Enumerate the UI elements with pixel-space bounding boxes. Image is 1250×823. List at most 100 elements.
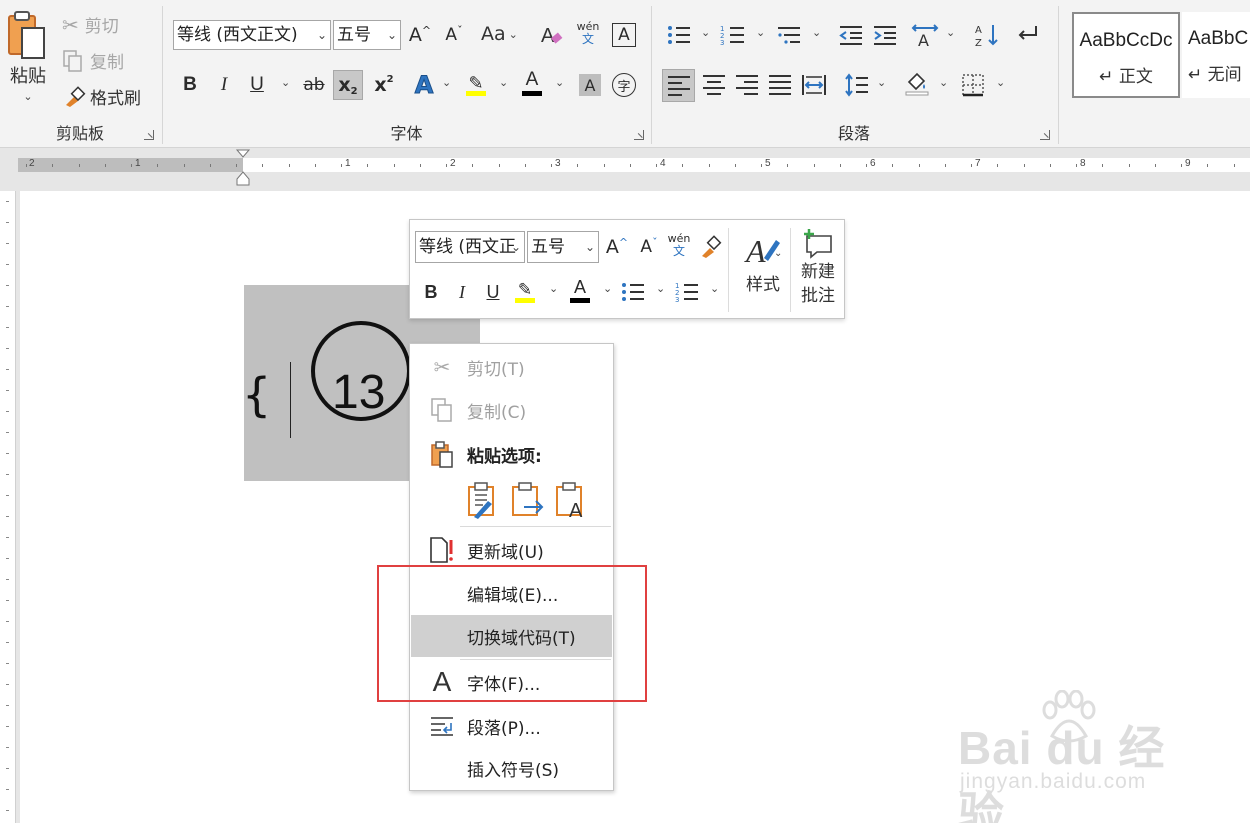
text-effects-button[interactable]: A	[409, 70, 439, 100]
menu-item-toggle-field-codes[interactable]: 切换域代码(T)	[411, 615, 612, 657]
paste-button[interactable]: 粘贴 ⌄	[4, 8, 52, 108]
mini-font-name-combo[interactable]: 等线 (西文正 ⌄	[415, 231, 525, 263]
font-icon: A	[432, 666, 452, 697]
menu-item-cut[interactable]: ✂ 剪切(T)	[411, 346, 612, 388]
grow-font-icon[interactable]: A ^	[405, 20, 435, 50]
clipboard-launcher-icon[interactable]	[144, 130, 154, 140]
strikethrough-button[interactable]: ab	[299, 70, 329, 100]
highlight-color-bar	[515, 298, 535, 303]
menu-item-font[interactable]: A 字体(F)...	[411, 661, 612, 703]
borders-icon[interactable]	[958, 70, 988, 100]
shading-icon[interactable]	[902, 68, 932, 98]
chevron-down-icon[interactable]: ⌄	[939, 76, 948, 89]
bullets-icon[interactable]	[664, 20, 694, 50]
ruler-tick	[6, 411, 9, 412]
align-right-icon[interactable]	[732, 70, 762, 100]
copy-button[interactable]: 复制	[62, 48, 124, 73]
horizontal-ruler[interactable]: 2 1 1 2 3 4 5 6 7 8 9	[0, 148, 1250, 191]
change-case-button[interactable]: Aa ⌄	[481, 23, 518, 45]
phonetic-guide-icon[interactable]: wén 文	[664, 230, 694, 260]
underline-button[interactable]: U	[478, 277, 508, 307]
font-launcher-icon[interactable]	[634, 130, 644, 140]
chevron-down-icon[interactable]: ⌄	[877, 76, 886, 89]
bold-button[interactable]: B	[416, 277, 446, 307]
highlight-button[interactable]: ✎	[461, 68, 491, 98]
mini-font-size-combo[interactable]: 五号 ⌄	[527, 231, 599, 263]
format-painter-button[interactable]: 格式刷	[62, 84, 141, 109]
menu-item-paragraph[interactable]: 段落(P)...	[411, 705, 612, 747]
vertical-ruler[interactable]	[0, 191, 16, 823]
chevron-down-icon[interactable]: ⌄	[549, 282, 558, 295]
grow-font-icon[interactable]: A ^	[602, 232, 632, 262]
ruler-tick	[6, 663, 9, 664]
numbering-icon[interactable]: 123	[718, 20, 748, 50]
asian-layout-icon[interactable]: A	[910, 20, 940, 50]
line-spacing-icon[interactable]	[842, 70, 872, 100]
chevron-down-icon[interactable]: ⌄	[603, 282, 612, 295]
subscript-button[interactable]: x2	[333, 70, 363, 100]
numbering-icon[interactable]: 123	[672, 277, 702, 307]
chevron-down-icon[interactable]: ⌄	[499, 76, 508, 89]
ruler-tick	[6, 348, 9, 349]
character-shading-button[interactable]: A	[575, 70, 605, 100]
menu-item-update-field[interactable]: 更新域(U)	[411, 529, 612, 571]
underline-button[interactable]: U	[242, 70, 272, 100]
shrink-font-icon[interactable]: Aˇ	[634, 232, 664, 262]
paste-merge-formatting-icon[interactable]	[510, 481, 546, 519]
font-name-combo[interactable]: 等线 (西文正文) ⌄	[173, 20, 331, 50]
phonetic-bottom: 文	[672, 244, 685, 258]
font-color-button[interactable]: A	[565, 275, 595, 305]
scissors-icon: ✂	[433, 355, 451, 379]
align-center-icon[interactable]	[699, 70, 729, 100]
style-no-spacing[interactable]: AaBbC ↵ 无间	[1182, 12, 1250, 98]
indent-marker-icon[interactable]	[235, 148, 251, 188]
menu-item-edit-field[interactable]: 编辑域(E)...	[411, 572, 612, 614]
justify-icon[interactable]	[765, 70, 795, 100]
chevron-down-icon[interactable]: ⌄	[756, 26, 765, 39]
chevron-down-icon[interactable]: ⌄	[281, 76, 290, 89]
mini-divider	[790, 228, 791, 312]
cut-button[interactable]: ✂ 剪切	[62, 12, 119, 38]
paste-text-only-icon[interactable]: A	[554, 481, 590, 519]
italic-button[interactable]: I	[209, 70, 239, 100]
font-size-combo[interactable]: 五号 ⌄	[333, 20, 401, 50]
paragraph-launcher-icon[interactable]	[1040, 130, 1050, 140]
character-border-icon[interactable]: A	[609, 20, 639, 50]
paintbrush-icon[interactable]	[696, 232, 726, 262]
bold-button[interactable]: B	[175, 70, 205, 100]
style-normal[interactable]: AaBbCcDc ↵ 正文	[1072, 12, 1180, 98]
menu-item-copy[interactable]: 复制(C)	[411, 389, 612, 431]
increase-indent-icon[interactable]	[870, 20, 900, 50]
chevron-down-icon[interactable]: ⌄	[701, 26, 710, 39]
chevron-down-icon[interactable]: ⌄	[996, 76, 1005, 89]
menu-item-insert-symbol[interactable]: 插入符号(S)	[411, 747, 612, 789]
paste-keep-formatting-icon[interactable]	[466, 481, 502, 519]
align-left-icon[interactable]	[662, 69, 695, 102]
new-comment-button[interactable]: 新建 批注	[794, 228, 842, 308]
chevron-down-icon[interactable]: ⌄	[442, 76, 451, 89]
chevron-down-icon[interactable]: ⌄	[710, 282, 719, 295]
chevron-down-icon[interactable]: ⌄	[812, 26, 821, 39]
menu-item-label: 编辑域(E)...	[467, 585, 559, 606]
enclose-characters-button[interactable]: 字	[609, 70, 639, 100]
distributed-icon[interactable]	[799, 70, 829, 100]
sort-icon[interactable]: AZ	[972, 20, 1002, 50]
ruler-tick	[1050, 164, 1051, 167]
highlight-button[interactable]: ✎	[510, 275, 540, 305]
phonetic-guide-icon[interactable]: wén 文	[573, 18, 603, 48]
ruler-tick	[892, 164, 893, 167]
chevron-down-icon[interactable]: ⌄	[946, 26, 955, 39]
clear-formatting-icon[interactable]: A	[537, 20, 567, 50]
styles-button[interactable]: A ⌄ 样式	[736, 228, 790, 295]
bullets-icon[interactable]	[618, 277, 648, 307]
superscript-button[interactable]: x2	[369, 70, 399, 100]
multilevel-list-icon[interactable]	[774, 20, 804, 50]
font-color-button[interactable]: A	[517, 68, 547, 98]
decrease-indent-icon[interactable]	[836, 20, 866, 50]
shrink-font-icon[interactable]: Aˇ	[439, 20, 469, 50]
ruler-number: 1	[135, 158, 141, 169]
italic-button[interactable]: I	[447, 277, 477, 307]
show-formatting-marks-icon[interactable]	[1012, 20, 1042, 50]
chevron-down-icon[interactable]: ⌄	[555, 76, 564, 89]
chevron-down-icon[interactable]: ⌄	[656, 282, 665, 295]
